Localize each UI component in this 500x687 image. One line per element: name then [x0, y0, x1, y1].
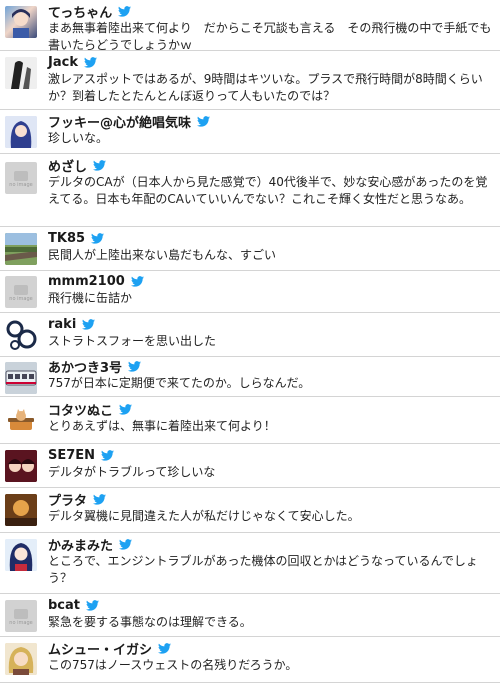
tweet-text: デルタがトラブルって珍しいな [48, 465, 216, 479]
user-name[interactable]: mmm2100 [48, 274, 125, 289]
no-image-avatar-icon[interactable]: no image [5, 162, 37, 194]
user-name[interactable]: ムシュー・イガシ [48, 639, 152, 658]
user-name[interactable]: プラタ [48, 490, 87, 509]
tweet-item: フッキー@心が絶唱気味 珍しいな。 [0, 110, 500, 154]
user-name[interactable]: bcat [48, 598, 80, 613]
twitter-bird-icon [158, 643, 172, 654]
tweet-item: てっちゃん まあ無事着陸出来て何より だからこそ冗談も言える その飛行機の中で手… [0, 0, 500, 52]
user-name[interactable]: あかつき3号 [48, 357, 122, 376]
twitter-bird-icon [83, 57, 97, 68]
circles-avatar-icon[interactable] [5, 319, 37, 351]
bw-portrait-avatar-icon[interactable] [5, 57, 37, 89]
tweet-item: SE7EN デルタがトラブルって珍しいな [0, 444, 500, 488]
user-name[interactable]: コタツぬこ [48, 400, 113, 419]
user-name[interactable]: TK85 [48, 231, 85, 246]
anime-girl-avatar-icon[interactable] [5, 539, 37, 571]
tweet-text: 珍しいな。 [48, 131, 109, 145]
tweet-text: デルタのCAが（日本人から見た感覚で）40代後半で、妙な安心感があったのを覚えて… [48, 175, 488, 206]
twitter-bird-icon [82, 319, 96, 330]
cat-avatar-icon[interactable] [5, 404, 37, 436]
user-name[interactable]: フッキー@心が絶唱気味 [48, 112, 191, 131]
twitter-bird-icon [130, 276, 144, 287]
twitter-bird-icon [101, 450, 115, 461]
twitter-bird-icon [119, 539, 133, 550]
tweet-item: コタツぬこ とりあえずは、無事に着陸出来て何より！ [0, 397, 500, 444]
user-name[interactable]: めざし [48, 156, 87, 175]
twitter-bird-icon [118, 6, 132, 17]
tweet-text: まあ無事着陸出来て何より だからこそ冗談も言える その飛行機の中で手紙でも書いた… [48, 21, 492, 52]
tweet-text: とりあえずは、無事に着陸出来て何より！ [48, 419, 276, 433]
twitter-bird-icon [93, 494, 107, 505]
user-name[interactable]: てっちゃん [48, 2, 112, 21]
tweet-item: raki ストラトスフォーを思い出した [0, 313, 500, 357]
tweet-item: Jack 激レアスポットではあるが、9時間はキツいな。プラスで飛行時間が8時間く… [0, 51, 500, 110]
twitter-bird-icon [197, 116, 211, 127]
twitter-bird-icon [119, 404, 133, 415]
train-avatar-icon[interactable] [5, 362, 37, 394]
anime-avatar-icon[interactable] [5, 450, 37, 482]
user-name[interactable]: raki [48, 317, 76, 332]
anime-girl-avatar-icon[interactable] [5, 116, 37, 148]
anime-avatar-icon[interactable] [5, 6, 37, 38]
no-image-avatar-icon[interactable]: no image [5, 600, 37, 632]
tweet-text: この757はノースウェストの名残りだろうか。 [48, 658, 298, 672]
tweet-item: no image めざし デルタのCAが（日本人から見た感覚で）40代後半で、妙… [0, 154, 500, 227]
user-name[interactable]: SE7EN [48, 448, 95, 463]
tweet-item: かみまみた ところで、エンジントラブルがあった機体の回収とかはどうなっているんで… [0, 533, 500, 594]
tweet-item: プラタ デルタ翼機に見間違えた人が私だけじゃなくて安心した。 [0, 488, 500, 533]
tweet-text: 飛行機に缶詰か [48, 291, 133, 305]
tweet-item: TK85 民間人が上陸出来ない島だもんな、すごい [0, 227, 500, 271]
tweet-item: ムシュー・イガシ この757はノースウェストの名残りだろうか。 [0, 637, 500, 683]
user-name[interactable]: Jack [48, 55, 78, 70]
train-avatar-icon[interactable] [5, 233, 37, 265]
photo-avatar-icon[interactable] [5, 494, 37, 526]
blonde-avatar-icon[interactable] [5, 643, 37, 675]
tweet-item: no image bcat 緊急を要する事態なのは理解できる。 [0, 594, 500, 637]
tweet-text: 民間人が上陸出来ない島だもんな、すごい [48, 248, 277, 262]
tweet-text: ストラトスフォーを思い出した [48, 334, 217, 348]
tweet-feed: てっちゃん まあ無事着陸出来て何より だからこそ冗談も言える その飛行機の中で手… [0, 0, 500, 683]
tweet-item: あかつき3号 757が日本に定期便で来てたのか。しらなんだ。 [0, 357, 500, 397]
tweet-text: デルタ翼機に見間違えた人が私だけじゃなくて安心した。 [48, 509, 360, 523]
twitter-bird-icon [91, 233, 105, 244]
twitter-bird-icon [86, 600, 99, 611]
twitter-bird-icon [93, 160, 107, 171]
user-name[interactable]: かみまみた [48, 535, 113, 554]
no-image-avatar-icon[interactable]: no image [5, 276, 37, 308]
tweet-text: 激レアスポットではあるが、9時間はキツいな。プラスで飛行時間が8時間くらいか？到… [48, 72, 483, 103]
tweet-item: no image mmm2100 飛行機に缶詰か [0, 271, 500, 313]
tweet-text: ところで、エンジントラブルがあった機体の回収とかはどうなっているんでしょう？ [48, 554, 478, 585]
tweet-text: 757が日本に定期便で来てたのか。しらなんだ。 [48, 376, 311, 390]
tweet-text: 緊急を要する事態なのは理解できる。 [48, 615, 252, 629]
twitter-bird-icon [128, 361, 142, 372]
